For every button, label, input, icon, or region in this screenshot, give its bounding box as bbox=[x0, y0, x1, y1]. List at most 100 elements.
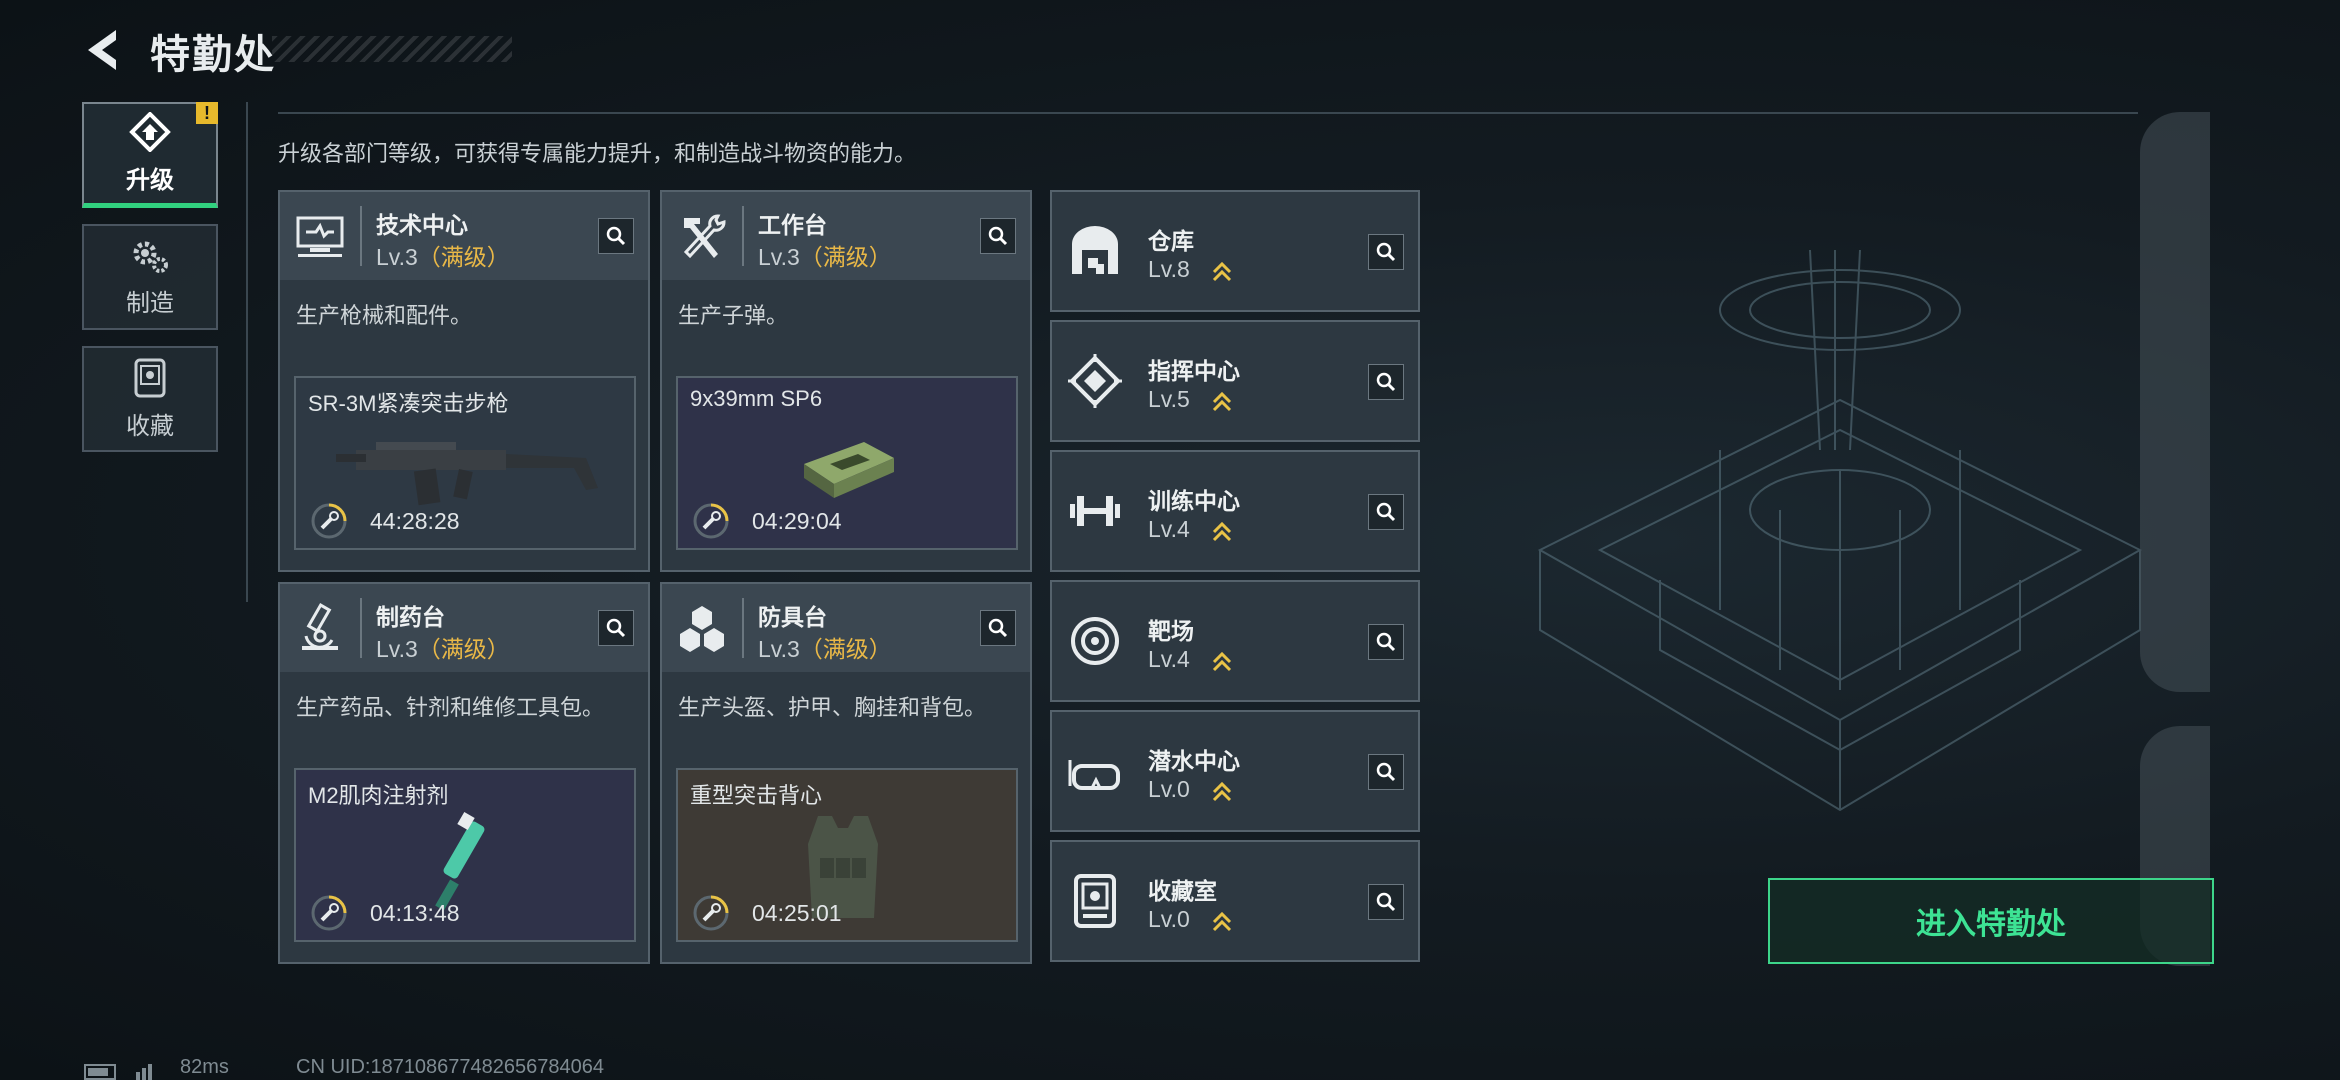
facility-name: 训练中心 bbox=[1148, 488, 1240, 514]
inspect-button[interactable] bbox=[1368, 494, 1404, 530]
production-timer: 04:25:01 bbox=[752, 900, 842, 926]
title-decoration bbox=[272, 36, 512, 62]
facility-description: 生产头盔、护甲、胸挂和背包。 bbox=[678, 695, 987, 720]
search-icon bbox=[1376, 502, 1396, 522]
card-header: 技术中心 Lv.3（满级） bbox=[280, 192, 648, 280]
facility-level: Lv.3（满级） bbox=[376, 238, 510, 272]
inspect-button[interactable] bbox=[1368, 234, 1404, 270]
tools-icon bbox=[683, 214, 726, 259]
nav-tab-collection[interactable]: 收藏 bbox=[82, 346, 218, 452]
nav-label-upgrade: 升级 bbox=[126, 167, 174, 194]
production-slot[interactable]: 重型突击背心 04:25:01 bbox=[676, 768, 1018, 942]
production-slot[interactable]: 9x39mm SP6 04:29:04 bbox=[676, 376, 1018, 550]
inspect-button[interactable] bbox=[1368, 884, 1404, 920]
product-name: M2肌肉注射剂 bbox=[308, 783, 449, 808]
facility-card-training-center[interactable]: 训练中心 Lv.4 bbox=[1050, 450, 1420, 572]
wrench-timer-icon bbox=[311, 895, 347, 931]
facility-card-collection-room[interactable]: 收藏室 Lv.0 bbox=[1050, 840, 1420, 962]
facility-name: 仓库 bbox=[1148, 228, 1194, 254]
upgrade-icon bbox=[129, 112, 171, 152]
max-tag: （满级） bbox=[799, 636, 892, 662]
search-icon bbox=[1376, 632, 1396, 652]
upgrade-arrow-icon bbox=[1212, 911, 1232, 932]
section-description: 升级各部门等级，可获得专属能力提升，和制造战斗物资的能力。 bbox=[278, 141, 917, 166]
upgrade-arrow-icon bbox=[1212, 781, 1232, 802]
search-icon bbox=[988, 618, 1008, 638]
production-slot[interactable]: M2肌肉注射剂 04:13:48 bbox=[294, 768, 636, 942]
facility-level: Lv.3（满级） bbox=[376, 630, 510, 664]
facility-name: 工作台 bbox=[758, 212, 827, 238]
search-icon bbox=[606, 226, 626, 246]
facility-name: 防具台 bbox=[758, 604, 827, 630]
card-separator bbox=[742, 598, 744, 658]
upgrade-arrow-icon bbox=[1212, 521, 1232, 542]
level-value: Lv.3 bbox=[376, 244, 418, 270]
facility-card-shooting-range[interactable]: 靶场 Lv.4 bbox=[1050, 580, 1420, 702]
nav-label-collection: 收藏 bbox=[126, 412, 174, 440]
production-slot[interactable]: SR-3M紧凑突击步枪 44:28:28 bbox=[294, 376, 636, 550]
facility-card-pharmacy[interactable]: 制药台 Lv.3（满级） 生产药品、针剂和维修工具包。 M2肌肉注射剂 04:1… bbox=[278, 582, 650, 964]
side-divider bbox=[246, 102, 248, 602]
facility-level: Lv.0 bbox=[1148, 906, 1190, 932]
card-separator bbox=[742, 206, 744, 266]
warehouse-icon bbox=[1072, 226, 1118, 274]
inspect-button[interactable] bbox=[598, 218, 634, 254]
production-timer: 04:13:48 bbox=[370, 900, 460, 926]
back-button[interactable] bbox=[80, 20, 130, 80]
warning-badge: ! bbox=[196, 102, 218, 124]
production-timer: 44:28:28 bbox=[370, 508, 460, 534]
facility-level: Lv.0 bbox=[1148, 776, 1190, 802]
nav-tab-craft[interactable]: 制造 bbox=[82, 224, 218, 330]
card-header: 制药台 Lv.3（满级） bbox=[280, 584, 648, 672]
facility-card-armor-bench[interactable]: 防具台 Lv.3（满级） 生产头盔、护甲、胸挂和背包。 重型突击背心 04:25… bbox=[660, 582, 1032, 964]
back-arrow-icon bbox=[88, 30, 116, 70]
card-separator bbox=[360, 598, 362, 658]
nav-label-craft: 制造 bbox=[126, 289, 174, 317]
page-title: 特勤处 bbox=[150, 33, 276, 77]
enter-base-button[interactable]: 进入特勤处 bbox=[1768, 878, 2214, 964]
search-icon bbox=[1376, 372, 1396, 392]
facility-level: Lv.3（满级） bbox=[758, 630, 892, 664]
facility-card-warehouse[interactable]: 仓库 Lv.8 bbox=[1050, 190, 1420, 312]
search-icon bbox=[1376, 892, 1396, 912]
gears-icon bbox=[133, 241, 168, 273]
nav-tab-upgrade[interactable]: ! 升级 bbox=[82, 102, 218, 208]
product-name: 9x39mm SP6 bbox=[690, 386, 823, 411]
facility-description: 生产枪械和配件。 bbox=[296, 303, 473, 328]
max-tag: （满级） bbox=[417, 636, 510, 662]
inspect-button[interactable] bbox=[1368, 364, 1404, 400]
search-icon bbox=[606, 618, 626, 638]
inspect-button[interactable] bbox=[598, 610, 634, 646]
facility-level: Lv.4 bbox=[1148, 646, 1190, 672]
goggles-icon bbox=[1068, 760, 1120, 790]
card-separator bbox=[360, 206, 362, 266]
facility-level: Lv.5 bbox=[1148, 386, 1190, 412]
inspect-button[interactable] bbox=[980, 610, 1016, 646]
chip-icon bbox=[1068, 354, 1122, 408]
target-icon bbox=[1071, 617, 1119, 665]
facility-card-workbench[interactable]: 工作台 Lv.3（满级） 生产子弹。 9x39mm SP6 04:29:04 bbox=[660, 190, 1032, 572]
search-icon bbox=[1376, 242, 1396, 262]
search-icon bbox=[988, 226, 1008, 246]
top-divider bbox=[278, 112, 2138, 114]
production-timer: 04:29:04 bbox=[752, 508, 842, 534]
level-value: Lv.3 bbox=[376, 636, 418, 662]
facility-card-command-center[interactable]: 指挥中心 Lv.5 bbox=[1050, 320, 1420, 442]
facility-name: 技术中心 bbox=[376, 212, 468, 238]
inspect-button[interactable] bbox=[1368, 754, 1404, 790]
facility-level: Lv.4 bbox=[1148, 516, 1190, 542]
rifle-image bbox=[336, 442, 598, 506]
dumbbell-icon bbox=[1070, 496, 1120, 526]
facility-card-tech-center[interactable]: 技术中心 Lv.3（满级） 生产枪械和配件。 SR-3M紧凑突击步枪 44:28… bbox=[278, 190, 650, 572]
ammo-box-image bbox=[804, 442, 894, 498]
facility-card-diving-center[interactable]: 潜水中心 Lv.0 bbox=[1050, 710, 1420, 832]
facility-name: 制药台 bbox=[376, 604, 445, 630]
card-header: 工作台 Lv.3（满级） bbox=[662, 192, 1030, 280]
max-tag: （满级） bbox=[799, 244, 892, 270]
card-header: 防具台 Lv.3（满级） bbox=[662, 584, 1030, 672]
inspect-button[interactable] bbox=[980, 218, 1016, 254]
facility-name: 收藏室 bbox=[1148, 878, 1217, 904]
battery-signal-icon bbox=[84, 1064, 152, 1080]
level-value: Lv.3 bbox=[758, 636, 800, 662]
inspect-button[interactable] bbox=[1368, 624, 1404, 660]
